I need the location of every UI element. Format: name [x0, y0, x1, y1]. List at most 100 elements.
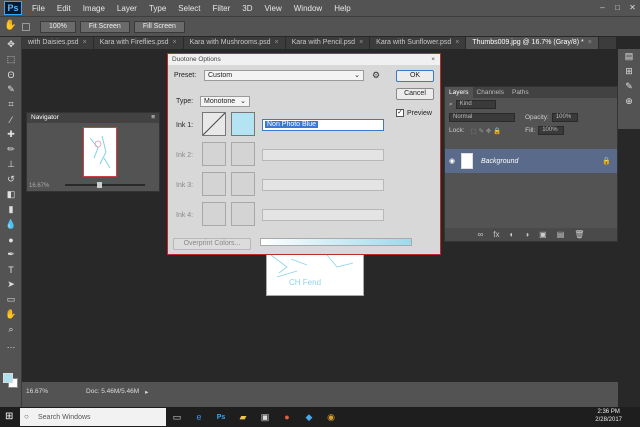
- tab-channels[interactable]: Channels: [473, 87, 508, 98]
- fill-screen-button[interactable]: Fill Screen: [133, 20, 185, 33]
- history-panel-icon[interactable]: ▤: [618, 49, 640, 64]
- preset-select[interactable]: Custom ⌄: [204, 70, 364, 81]
- tab-sunflower[interactable]: Kara with Sunflower.psd ×: [370, 37, 467, 49]
- close-icon[interactable]: ×: [83, 37, 87, 49]
- taskbar-clock[interactable]: 2:36 PM 2/28/2017: [595, 408, 622, 424]
- close-icon[interactable]: ×: [359, 37, 363, 49]
- app-icon-2[interactable]: ◆: [298, 407, 320, 427]
- photoshop-taskbar-icon[interactable]: Ps: [210, 407, 232, 427]
- layer-row-background[interactable]: ◉ Background 🔒: [445, 149, 617, 173]
- link-layers-icon[interactable]: ∞: [478, 228, 484, 241]
- menu-view[interactable]: View: [259, 4, 288, 13]
- menu-window[interactable]: Window: [288, 4, 328, 13]
- minimize-button[interactable]: –: [595, 0, 610, 16]
- lasso-tool-icon[interactable]: ʘ: [0, 67, 22, 82]
- adjustment-layer-icon[interactable]: ◑: [524, 228, 529, 241]
- marquee-tool-icon[interactable]: ⬚: [0, 52, 22, 67]
- new-layer-icon[interactable]: ▤: [557, 228, 565, 241]
- blur-tool-icon[interactable]: 💧: [0, 217, 22, 232]
- gradient-tool-icon[interactable]: ▮: [0, 202, 22, 217]
- menu-3d[interactable]: 3D: [236, 4, 258, 13]
- shape-tool-icon[interactable]: ▭: [0, 292, 22, 307]
- scroll-all-windows-checkbox[interactable]: [22, 22, 30, 31]
- panel-menu-icon[interactable]: ≡: [151, 113, 155, 123]
- store-icon[interactable]: ▣: [254, 407, 276, 427]
- status-zoom[interactable]: 16.67%: [26, 388, 48, 395]
- menu-edit[interactable]: Edit: [51, 4, 77, 13]
- menu-image[interactable]: Image: [77, 4, 111, 13]
- menu-select[interactable]: Select: [172, 4, 206, 13]
- tab-pencil[interactable]: Kara with Pencil.psd ×: [286, 37, 371, 49]
- more-tools-icon[interactable]: …: [0, 337, 22, 352]
- clone-source-panel-icon[interactable]: ⊕: [618, 94, 640, 109]
- edge-browser-icon[interactable]: e: [188, 407, 210, 427]
- status-arrow-icon[interactable]: ▸: [145, 388, 148, 396]
- ink1-name-field[interactable]: Non Photo Blue: [262, 119, 384, 131]
- brush-panel-icon[interactable]: ✎: [618, 79, 640, 94]
- tab-layers[interactable]: Layers: [445, 87, 473, 98]
- menu-layer[interactable]: Layer: [111, 4, 143, 13]
- tab-daisies[interactable]: with Daisies.psd ×: [22, 37, 94, 49]
- new-group-icon[interactable]: ▣: [539, 228, 547, 241]
- navigator-zoom-value[interactable]: 16.67%: [29, 183, 49, 189]
- brush-tool-icon[interactable]: ✏: [0, 142, 22, 157]
- taskbar-search-box[interactable]: Search Windows: [20, 408, 166, 426]
- gear-icon[interactable]: ⚙: [372, 70, 380, 81]
- preview-checkbox[interactable]: ✓: [396, 109, 404, 117]
- layer-style-icon[interactable]: fx: [493, 228, 499, 241]
- close-icon[interactable]: ×: [173, 37, 177, 49]
- ok-button[interactable]: OK: [396, 70, 434, 82]
- maximize-button[interactable]: □: [610, 0, 625, 16]
- tab-mushrooms[interactable]: Kara with Mushrooms.psd ×: [184, 37, 286, 49]
- hand-tool-icon[interactable]: ✋: [0, 307, 22, 322]
- quick-select-tool-icon[interactable]: ✎: [0, 82, 22, 97]
- tab-fireflies[interactable]: Kara with Fireflies.psd ×: [94, 37, 184, 49]
- tab-paths[interactable]: Paths: [508, 87, 533, 98]
- close-icon[interactable]: ×: [455, 37, 459, 49]
- preview-toggle[interactable]: ✓ Preview: [396, 109, 432, 117]
- ink1-color-swatch[interactable]: [231, 112, 255, 136]
- history-brush-tool-icon[interactable]: ↺: [0, 172, 22, 187]
- lock-icons[interactable]: ⬚ ✎ ✥ 🔒: [471, 127, 502, 135]
- foreground-color-swatch[interactable]: [3, 373, 13, 383]
- app-icon-1[interactable]: ●: [276, 407, 298, 427]
- eyedropper-tool-icon[interactable]: ⁄: [0, 112, 22, 127]
- close-icon[interactable]: ×: [588, 37, 592, 49]
- pen-tool-icon[interactable]: ✒: [0, 247, 22, 262]
- layer-mask-icon[interactable]: ◐: [509, 228, 514, 241]
- crop-tool-icon[interactable]: ⌗: [0, 97, 22, 112]
- windows-start-icon[interactable]: ⊞: [5, 411, 13, 422]
- menu-filter[interactable]: Filter: [207, 4, 237, 13]
- blend-mode-select[interactable]: Normal: [449, 113, 515, 122]
- navigator-thumbnail[interactable]: [83, 127, 117, 177]
- menu-type[interactable]: Type: [143, 4, 172, 13]
- close-button[interactable]: ✕: [625, 0, 640, 16]
- task-view-icon[interactable]: ▭: [166, 407, 188, 427]
- file-explorer-icon[interactable]: ▰: [232, 407, 254, 427]
- document-canvas[interactable]: CH Fend: [266, 252, 364, 296]
- fit-screen-button[interactable]: Fit Screen: [79, 20, 130, 33]
- path-select-tool-icon[interactable]: ➤: [0, 277, 22, 292]
- move-tool-icon[interactable]: ✥: [0, 37, 22, 52]
- properties-panel-icon[interactable]: ⊞: [618, 64, 640, 79]
- zoom-100-button[interactable]: 100%: [40, 20, 76, 33]
- navigator-zoom-slider[interactable]: [65, 184, 145, 186]
- fill-field[interactable]: 100%: [538, 126, 565, 135]
- dodge-tool-icon[interactable]: ●: [0, 232, 22, 247]
- ink1-curve-swatch[interactable]: [202, 112, 226, 136]
- cancel-button[interactable]: Cancel: [396, 88, 434, 100]
- type-tool-icon[interactable]: T: [0, 262, 22, 277]
- menu-help[interactable]: Help: [328, 4, 356, 13]
- eraser-tool-icon[interactable]: ◧: [0, 187, 22, 202]
- trash-icon[interactable]: 🗑: [574, 228, 584, 241]
- opacity-field[interactable]: 100%: [551, 113, 578, 122]
- close-icon[interactable]: ×: [431, 54, 435, 65]
- tab-thumbs009[interactable]: Thumbs009.jpg @ 16.7% (Gray/8) * ×: [466, 37, 599, 49]
- visibility-eye-icon[interactable]: ◉: [449, 157, 455, 165]
- healing-tool-icon[interactable]: ✚: [0, 127, 22, 142]
- type-select[interactable]: Monotone ⌄: [200, 96, 250, 107]
- close-icon[interactable]: ×: [275, 37, 279, 49]
- app-icon-3[interactable]: ◉: [320, 407, 342, 427]
- kind-filter-select[interactable]: Kind: [455, 100, 496, 109]
- stamp-tool-icon[interactable]: ⊥: [0, 157, 22, 172]
